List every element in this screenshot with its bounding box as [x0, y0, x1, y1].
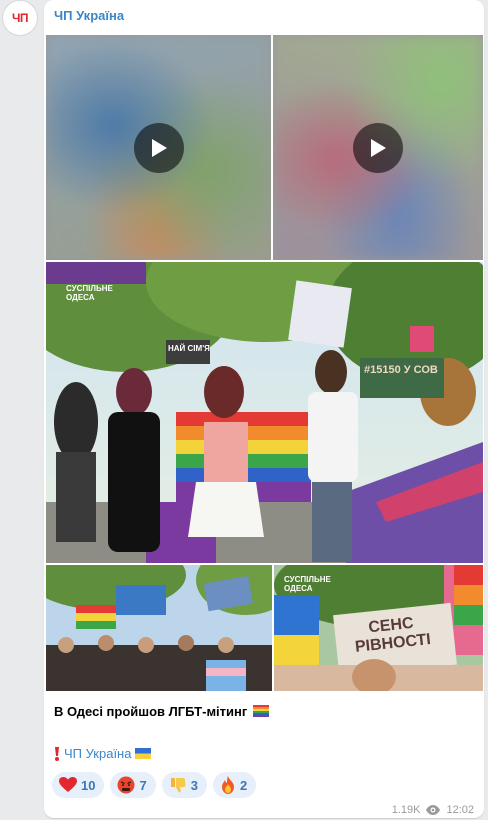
reaction-count: 7	[139, 777, 147, 793]
rally-photo-illustration	[46, 262, 483, 563]
channel-name[interactable]: ЧП Україна	[54, 8, 124, 23]
fire-icon	[221, 776, 234, 794]
message-bubble: ЧП Україна СУСПІЛЬНЕ ОДЕСА НАЙ СІМ'Я #15…	[44, 0, 484, 818]
angry-face-icon	[117, 776, 135, 794]
channel-avatar[interactable]: ЧП	[2, 0, 38, 36]
reaction-fire[interactable]: 2	[212, 772, 257, 798]
post-signature: ЧП Україна	[54, 746, 152, 761]
watermark: СУСПІЛЬНЕ ОДЕСА	[284, 575, 331, 593]
reactions-bar: 10 7 3 2	[52, 772, 257, 798]
crowd-photo-illustration	[46, 565, 272, 691]
reaction-count: 10	[81, 777, 96, 793]
video-thumbnail-2[interactable]	[273, 35, 483, 260]
signature-link[interactable]: ЧП Україна	[64, 746, 131, 761]
exclamation-icon	[55, 746, 59, 761]
video-thumbnail-1[interactable]	[46, 35, 271, 260]
rainbow-flag-icon	[252, 705, 269, 717]
photo-rally-main[interactable]: СУСПІЛЬНЕ ОДЕСА НАЙ СІМ'Я #15150 У СОВ	[46, 262, 483, 563]
message-meta: 1.19K 12:02	[392, 804, 474, 816]
reaction-heart[interactable]: 10	[52, 772, 105, 798]
reaction-angry[interactable]: 7	[110, 772, 156, 798]
photo-rally-crowd[interactable]	[46, 565, 272, 691]
watermark: СУСПІЛЬНЕ ОДЕСА	[66, 284, 113, 302]
message-time: 12:02	[446, 804, 474, 816]
reaction-count: 3	[190, 777, 198, 793]
sign-text: #15150 У СОВ	[364, 364, 438, 376]
views-count: 1.19K	[391, 804, 421, 816]
play-icon[interactable]	[133, 122, 184, 173]
reaction-count: 2	[239, 777, 248, 793]
heart-icon	[59, 777, 77, 792]
caption-text: В Одесі пройшов ЛГБТ-мітинг	[54, 704, 248, 719]
eye-icon	[426, 805, 441, 815]
avatar-text: ЧП	[11, 11, 29, 25]
reaction-thumbs-down[interactable]: 3	[161, 772, 207, 798]
photo-rally-sign[interactable]: СУСПІЛЬНЕ ОДЕСА СЕНС РІВНОСТІ	[274, 565, 483, 691]
thumbs-down-icon	[170, 778, 186, 793]
post-caption: В Одесі пройшов ЛГБТ-мітинг	[54, 704, 269, 719]
sign-text: НАЙ СІМ'Я	[168, 344, 210, 353]
play-icon[interactable]	[353, 122, 403, 173]
ukraine-flag-icon	[135, 748, 152, 759]
